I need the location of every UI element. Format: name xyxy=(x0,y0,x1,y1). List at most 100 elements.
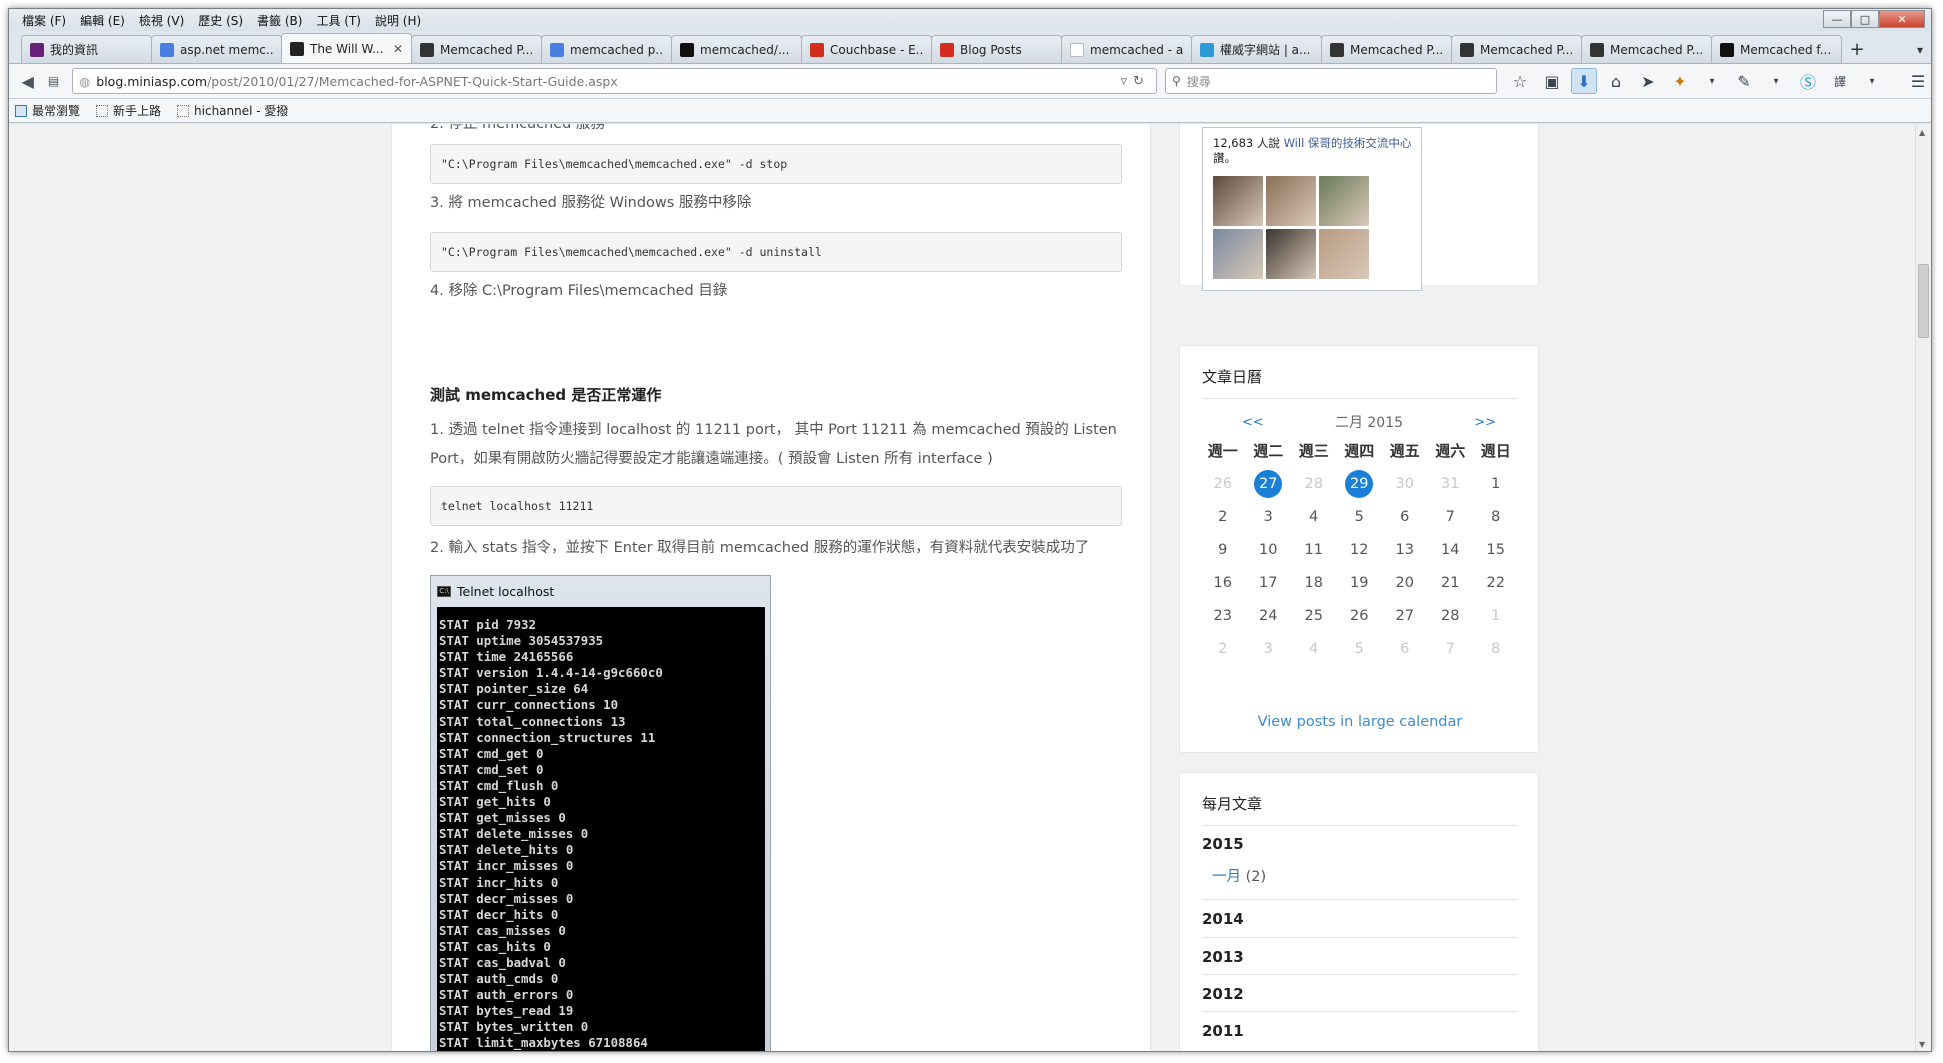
calendar-day: 28 xyxy=(1428,608,1474,624)
close-tab-icon[interactable]: ✕ xyxy=(393,42,403,56)
archive-year[interactable]: 2012 xyxy=(1202,985,1244,1003)
extension-icon[interactable]: ✦ xyxy=(1667,68,1693,94)
menu-item[interactable]: 書籤 (B) xyxy=(250,12,309,29)
bookmark-most-visited[interactable]: 最常瀏覽 xyxy=(15,102,80,119)
dropdown-icon[interactable]: ▾ xyxy=(1763,68,1789,94)
translate-icon[interactable]: 譯 xyxy=(1827,68,1853,94)
browser-tab[interactable]: 權威字網站 | a... xyxy=(1191,35,1322,63)
day-number: 14 xyxy=(1441,541,1460,558)
fan-avatar[interactable] xyxy=(1319,229,1369,279)
close-button[interactable]: ✕ xyxy=(1879,10,1925,28)
browser-tab[interactable]: The Will W... ✕ xyxy=(281,33,412,63)
browser-tab[interactable]: Memcached P... xyxy=(1581,35,1712,63)
archive-year[interactable]: 2011 xyxy=(1202,1022,1244,1040)
browser-tab[interactable]: Memcached f... xyxy=(1711,35,1842,63)
day-number: 7 xyxy=(1445,508,1455,525)
day-number: 17 xyxy=(1259,574,1278,591)
next-month-link[interactable]: >> xyxy=(1474,415,1496,430)
fan-avatar[interactable] xyxy=(1266,176,1316,226)
browser-tab[interactable]: Couchbase - E... xyxy=(801,35,932,63)
blogger-icon xyxy=(810,42,824,57)
menu-item[interactable]: 工具 (T) xyxy=(309,12,368,29)
bookmark-star-icon[interactable]: ☆ xyxy=(1507,68,1533,94)
scrollbar-thumb[interactable] xyxy=(1918,264,1929,338)
archive-year[interactable]: 2015 xyxy=(1202,835,1244,853)
vertical-scrollbar[interactable]: ▲ ▼ xyxy=(1915,124,1931,1051)
home-icon[interactable]: ⌂ xyxy=(1603,68,1629,94)
menu-item[interactable]: 檢視 (V) xyxy=(132,12,191,29)
calendar-day: 12 xyxy=(1337,542,1383,558)
calendar-day: 26 xyxy=(1337,608,1383,624)
search-input[interactable]: ⚲ 搜尋 xyxy=(1164,68,1497,94)
bookmark-hichannel[interactable]: hichannel - 愛撥 xyxy=(177,102,288,119)
fan-avatar[interactable] xyxy=(1213,176,1263,226)
browser-tab[interactable]: Memcached P... xyxy=(1451,35,1582,63)
github-icon xyxy=(680,42,694,57)
archive-month-item: 一月 (2) xyxy=(1212,865,1266,886)
calendar-day: 22 xyxy=(1473,575,1519,591)
browser-tab[interactable]: memcached/... xyxy=(671,35,802,63)
menu-icon[interactable]: ☰ xyxy=(1905,68,1931,94)
browser-tab[interactable]: asp.net memc... xyxy=(151,35,282,63)
prev-month-link[interactable]: << xyxy=(1242,415,1264,430)
console-line: STAT auth_cmds 0 xyxy=(439,971,559,987)
browser-tab[interactable]: memcached - a di... xyxy=(1061,35,1192,63)
bookmarks-bar: 最常瀏覽 新手上路 hichannel - 愛撥 xyxy=(9,99,1931,123)
telnet-titlebar: C:\ Telnet localhost xyxy=(437,580,764,602)
blogger-icon xyxy=(940,42,954,57)
dropdown-icon[interactable]: ▾ xyxy=(1859,68,1885,94)
maximize-button[interactable]: □ xyxy=(1851,10,1879,28)
console-line: STAT cmd_flush 0 xyxy=(439,777,559,793)
calendar-day: 28 xyxy=(1291,476,1337,492)
tab-list-chevron-icon[interactable]: ▾ xyxy=(1917,43,1923,57)
tab-title: 權威字網站 | a... xyxy=(1220,43,1311,57)
page-info-button[interactable]: ▤ xyxy=(41,68,67,94)
calendar-widget: 文章日曆 << 二月 2015 >> 週一 週二 週三 週四 週五 週六 週日 26 27 28… xyxy=(1179,345,1539,753)
archive-month-link[interactable]: 一月 xyxy=(1212,869,1241,885)
scroll-down-icon[interactable]: ▼ xyxy=(1919,1040,1925,1049)
day-number: 7 xyxy=(1445,640,1455,657)
fan-avatar[interactable] xyxy=(1319,176,1369,226)
calendar-day: 8 xyxy=(1473,641,1519,657)
calendar-day: 3 xyxy=(1246,641,1292,657)
calendar-day-with-posts[interactable]: 27 xyxy=(1246,469,1292,498)
console-line: STAT get_hits 0 xyxy=(439,794,551,810)
calendar-day: 6 xyxy=(1382,509,1428,525)
fan-avatar[interactable] xyxy=(1266,229,1316,279)
new-tab-button[interactable]: + xyxy=(1841,35,1873,63)
console-line: STAT incr_misses 0 xyxy=(439,858,574,874)
menu-item[interactable]: 說明 (H) xyxy=(368,12,428,29)
browser-tab[interactable]: Blog Posts xyxy=(931,35,1062,63)
minimize-button[interactable]: — xyxy=(1823,10,1851,28)
dropdown-icon[interactable]: ▾ xyxy=(1699,68,1725,94)
pen-icon[interactable]: ✎ xyxy=(1731,68,1757,94)
archive-year[interactable]: 2014 xyxy=(1202,910,1244,928)
day-number: 28 xyxy=(1304,475,1323,492)
scroll-up-icon[interactable]: ▲ xyxy=(1919,128,1925,137)
back-button[interactable]: ◀ xyxy=(15,68,41,94)
archive-year[interactable]: 2013 xyxy=(1202,948,1244,966)
calendar-week: 26 27 28 29 30 31 1 xyxy=(1200,467,1520,500)
facebook-page-link[interactable]: Will 保哥的技術交流中心 xyxy=(1284,136,1412,150)
calendar-day-with-posts[interactable]: 29 xyxy=(1337,469,1383,498)
console-line: STAT decr_misses 0 xyxy=(439,890,574,906)
browser-tab[interactable]: Memcached P... xyxy=(1321,35,1452,63)
browser-tab[interactable]: 我的資訊 xyxy=(21,35,152,63)
bookmark-getting-started[interactable]: 新手上路 xyxy=(96,102,161,119)
downloads-icon[interactable]: ⬇ xyxy=(1571,68,1597,94)
large-calendar-link[interactable]: View posts in large calendar xyxy=(1180,714,1540,730)
console-line: STAT connection_structures 11 xyxy=(439,729,656,745)
menu-item[interactable]: 歷史 (S) xyxy=(191,12,250,29)
menu-item[interactable]: 編輯 (E) xyxy=(73,12,132,29)
send-icon[interactable]: ➤ xyxy=(1635,68,1661,94)
browser-tab[interactable]: Memcached P... xyxy=(411,35,542,63)
reading-list-icon[interactable]: ▣ xyxy=(1539,68,1565,94)
reload-icon[interactable]: ▿↻ xyxy=(1121,74,1150,89)
menu-item[interactable]: 檔案 (F) xyxy=(15,12,73,29)
fan-avatar[interactable] xyxy=(1213,229,1263,279)
url-bar[interactable]: ◍ blog.miniasp.com /post/2010/01/27/Memc… xyxy=(72,68,1157,94)
day-number: 29 xyxy=(1345,469,1374,498)
browser-tab[interactable]: memcached p... xyxy=(541,35,672,63)
day-number: 1 xyxy=(1491,475,1501,492)
skype-icon[interactable]: Ⓢ xyxy=(1795,68,1821,94)
